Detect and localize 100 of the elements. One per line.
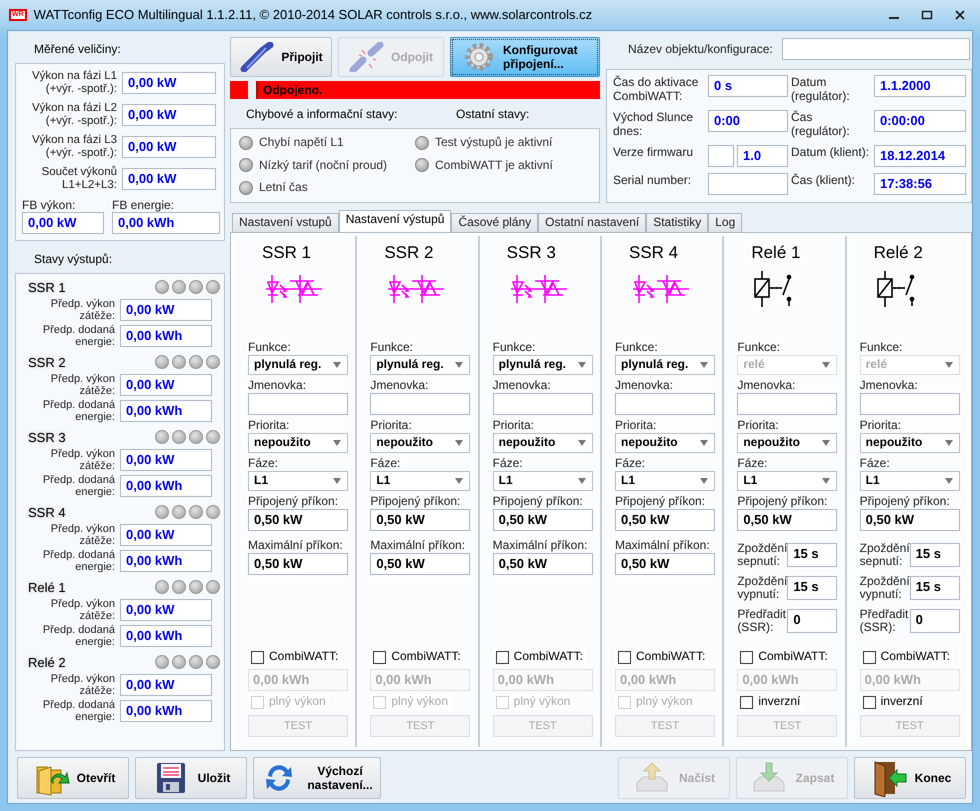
value-field: 0,00 kWh <box>860 669 960 692</box>
field-label: Připojený příkon: <box>737 494 828 508</box>
dropdown[interactable]: plynulá reg. <box>370 355 470 375</box>
input-field[interactable] <box>248 393 348 415</box>
checkbox[interactable] <box>496 650 509 664</box>
dropdown[interactable]: nepoužito <box>492 433 593 453</box>
input-field[interactable]: 0,50 kW <box>370 553 470 575</box>
checkbox[interactable] <box>740 650 754 664</box>
input-field[interactable]: 0,50 kW <box>614 509 715 531</box>
input-field[interactable]: 0,50 kW <box>860 509 960 531</box>
window-title: WATTconfig ECO Multilingual 1.1.2.11, © 2010-2014 SOLAR controls s.r.o., www.solarcontrols.cz <box>34 8 594 22</box>
field-label: Priorita: <box>614 418 658 432</box>
tab[interactable]: Nastavení výstupů <box>338 210 452 232</box>
value-field: 0,00 kWh <box>120 700 212 722</box>
value-field: 1.0 <box>737 144 788 166</box>
toolbar-button[interactable]: Připojit <box>230 37 332 77</box>
field-label: Předřadit (SSR): <box>737 608 786 634</box>
toolbar-button[interactable]: Otevřít <box>17 757 129 799</box>
toolbar-button[interactable]: Konfigurovat připojení... <box>450 37 600 77</box>
input-field[interactable] <box>492 393 593 415</box>
input-field[interactable] <box>737 393 838 415</box>
dropdown[interactable]: plynulá reg. <box>492 355 593 375</box>
field-label: Připojený příkon: <box>614 494 706 508</box>
dropdown[interactable]: plynulá reg. <box>248 355 348 375</box>
tab[interactable]: Ostatní nastavení <box>538 213 646 232</box>
section-label: Stavy výstupů: <box>33 250 114 268</box>
caret-icon <box>821 476 832 486</box>
tab[interactable]: Časové plány <box>451 213 538 232</box>
dropdown[interactable]: nepoužito <box>248 433 348 453</box>
input-field[interactable]: 0 <box>787 609 838 633</box>
input-field[interactable]: 0,50 kW <box>492 509 593 531</box>
input-field[interactable] <box>614 393 715 415</box>
toolbar-button[interactable]: Uložit <box>135 757 247 799</box>
checkbox[interactable] <box>862 650 876 664</box>
field-label: Jmenovka: <box>370 378 430 392</box>
toolbar-button[interactable]: Výchozí nastavení... <box>253 757 381 799</box>
value-field: 0,00 kWh <box>120 474 212 497</box>
input-field[interactable]: 15 s <box>910 543 960 567</box>
tab[interactable]: Log <box>708 213 742 232</box>
tab[interactable]: Nastavení vstupů <box>232 213 339 232</box>
input-field[interactable]: 15 s <box>910 576 960 600</box>
input-field[interactable] <box>860 393 960 415</box>
maximize-icon[interactable] <box>921 10 933 20</box>
input-field[interactable]: 0,50 kW <box>737 509 838 531</box>
tab[interactable]: Statistiky <box>646 213 708 232</box>
output-name: SSR 2 <box>28 356 66 371</box>
field-label: Předp. dodaná energie: <box>42 474 116 498</box>
input-field[interactable]: 0,50 kW <box>492 553 593 575</box>
dropdown[interactable]: nepoužito <box>860 433 960 453</box>
field-label: Předp. dodaná energie: <box>42 398 116 423</box>
checkbox[interactable] <box>740 696 754 709</box>
value-field: 0,00 kW <box>122 168 216 190</box>
value-field: 0:00:00 <box>874 110 966 132</box>
input-field[interactable] <box>370 393 470 415</box>
field-label: Funkce: <box>492 340 536 354</box>
checkbox[interactable] <box>251 650 264 664</box>
input-field[interactable]: 0 <box>910 609 960 633</box>
column-title: SSR 1 <box>261 243 312 263</box>
input-field[interactable]: 0,50 kW <box>248 509 348 531</box>
field-label: Priorita: <box>860 418 902 432</box>
field-label: Funkce: <box>614 340 659 354</box>
input-field[interactable]: 0,50 kW <box>370 509 470 531</box>
field-label: Připojený příkon: <box>860 494 951 508</box>
field-label: Předp. výkon zátěže: <box>50 522 116 547</box>
dropdown[interactable]: L1 <box>370 471 470 491</box>
field-label: Maximální příkon: <box>492 538 588 552</box>
checkbox[interactable] <box>862 696 876 709</box>
dropdown[interactable]: L1 <box>492 471 593 491</box>
caret-icon <box>454 438 464 448</box>
caret-icon <box>944 438 954 448</box>
checkbox[interactable] <box>373 650 386 664</box>
checkbox[interactable] <box>618 650 631 664</box>
field-label: Připojený příkon: <box>492 494 584 508</box>
value-field: 0,00 kW <box>122 136 216 158</box>
input-field[interactable] <box>782 38 970 60</box>
dropdown[interactable]: nepoužito <box>614 433 715 453</box>
toolbar-button[interactable]: Konec <box>854 757 966 799</box>
dropdown[interactable]: L1 <box>248 471 348 491</box>
input-field[interactable]: 0,50 kW <box>248 553 348 575</box>
dropdown[interactable]: nepoužito <box>737 433 838 453</box>
value-field: 0,00 kW <box>120 524 212 546</box>
checkbox-label: plný výkon <box>514 695 570 709</box>
input-field[interactable]: 0,50 kW <box>614 553 715 575</box>
section-label: Chybové a informační stavy: <box>246 108 398 122</box>
input-field[interactable]: 15 s <box>787 543 838 567</box>
field-label: FB výkon: <box>22 198 76 212</box>
field-label: Serial number: <box>613 173 692 190</box>
dropdown[interactable]: L1 <box>737 471 838 491</box>
close-icon[interactable] <box>954 10 966 20</box>
field-label: Zpoždění vypnutí: <box>737 575 786 601</box>
dropdown[interactable]: plynulá reg. <box>614 355 715 375</box>
dropdown[interactable]: L1 <box>860 471 960 491</box>
checkbox-label: plný výkon <box>636 695 693 709</box>
dropdown[interactable]: nepoužito <box>370 433 470 453</box>
caret-icon <box>821 438 832 448</box>
field-label: Funkce: <box>860 340 904 354</box>
field-label: Předp. dodaná energie: <box>42 624 116 648</box>
dropdown[interactable]: L1 <box>614 471 715 491</box>
checkbox-label: plný výkon <box>269 695 326 709</box>
input-field[interactable]: 15 s <box>787 576 838 600</box>
